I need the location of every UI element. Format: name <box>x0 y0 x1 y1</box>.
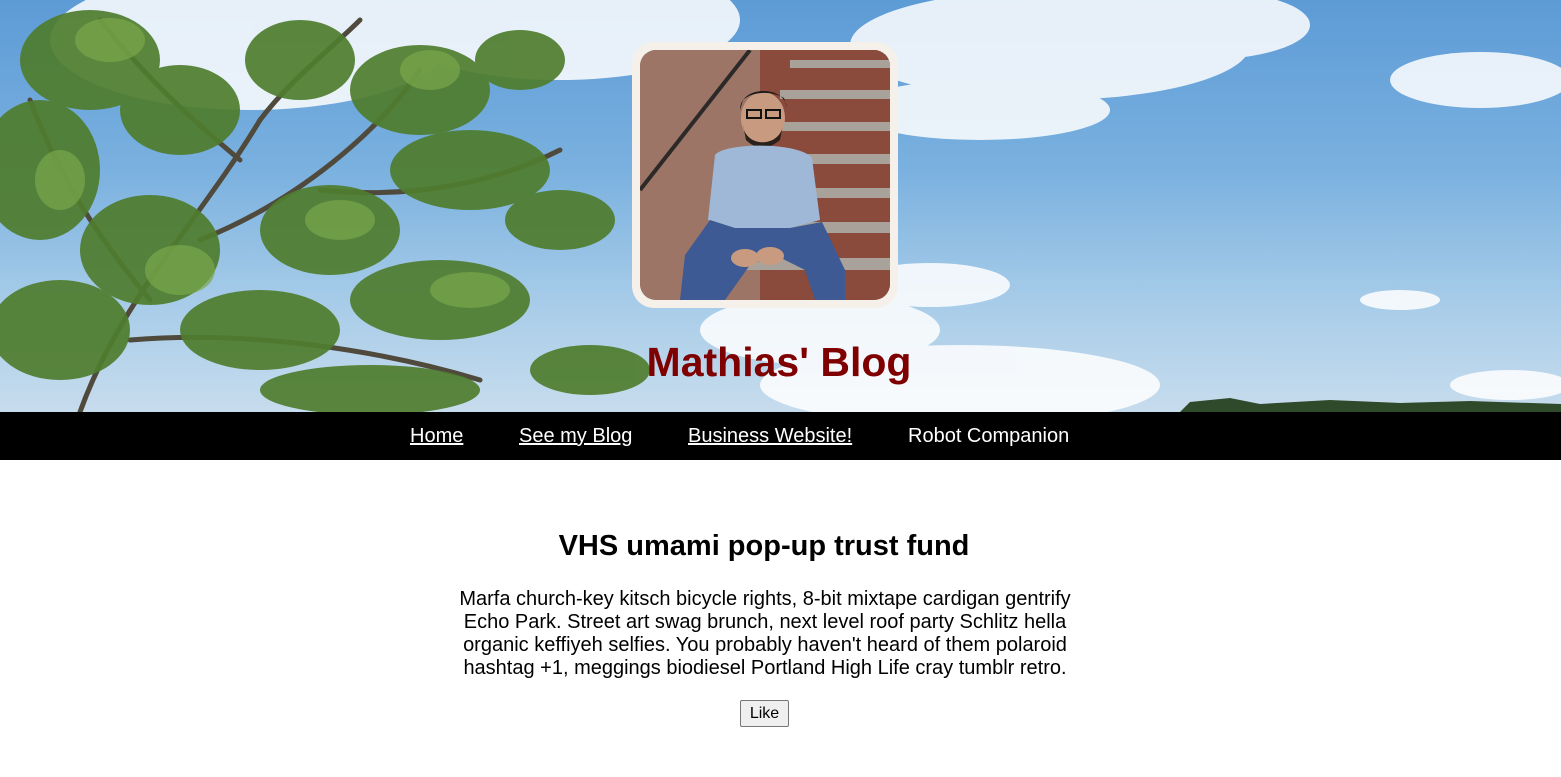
nav-link-see-my-blog[interactable]: See my Blog <box>519 424 632 448</box>
avatar-frame <box>632 42 898 308</box>
site-title: Mathias' Blog <box>646 339 912 385</box>
post-body: Marfa church-key kitsch bicycle rights, … <box>459 588 1071 679</box>
nav-link-robot-companion[interactable]: Robot Companion <box>908 424 1069 448</box>
nav-link-home[interactable]: Home <box>410 424 463 448</box>
like-button[interactable]: Like <box>740 700 789 727</box>
avatar-photo <box>640 50 890 300</box>
header-hero: Mathias' Blog <box>0 0 1561 412</box>
nav-link-business-website[interactable]: Business Website! <box>688 424 852 448</box>
top-nav-bar: Home See my Blog Business Website! Robot… <box>0 412 1561 460</box>
post-title: VHS umami pop-up trust fund <box>558 530 970 562</box>
